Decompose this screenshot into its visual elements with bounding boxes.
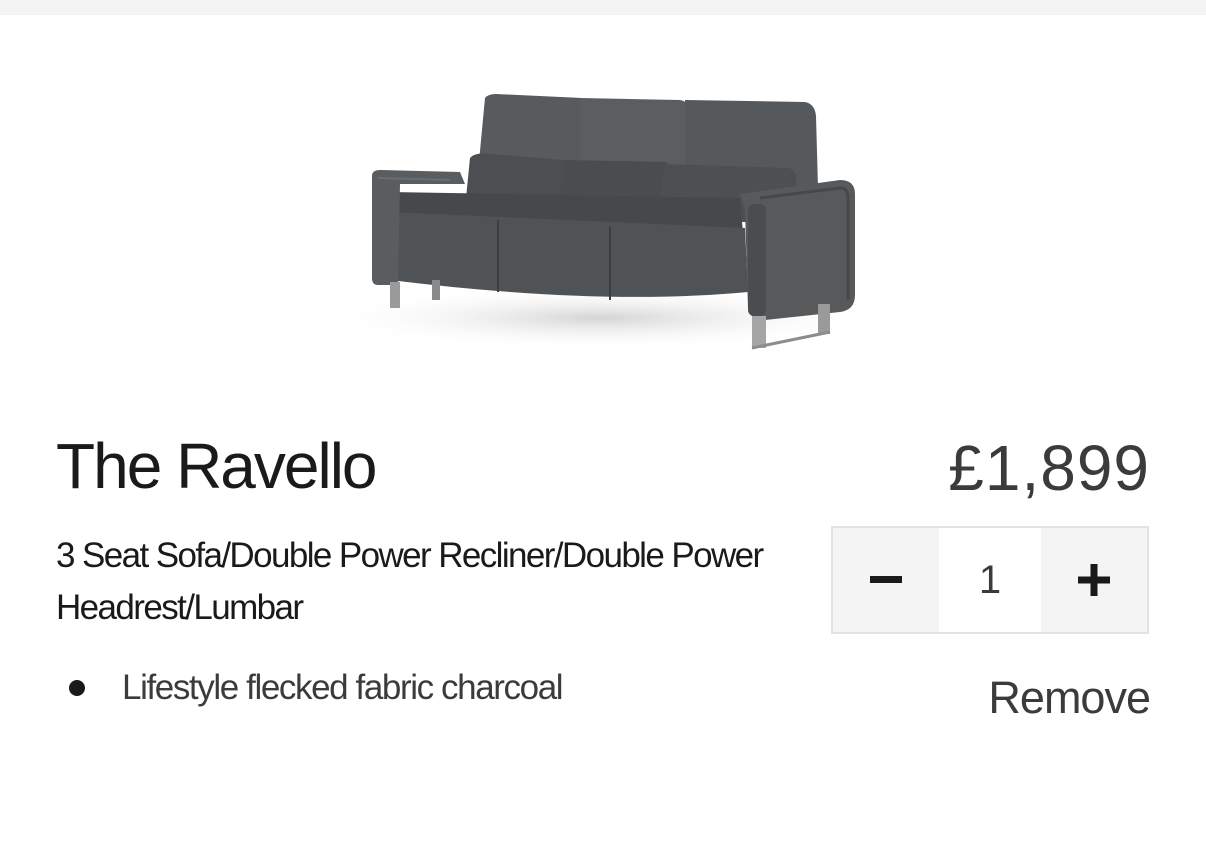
increase-quantity-button[interactable] bbox=[1041, 528, 1147, 632]
quantity-value[interactable]: 1 bbox=[939, 528, 1041, 632]
product-price: £1,899 bbox=[948, 432, 1150, 504]
feature-item: Lifestyle flecked fabric charcoal bbox=[60, 664, 564, 712]
minus-icon bbox=[870, 576, 902, 583]
bullet-icon bbox=[69, 680, 85, 696]
feature-text: Lifestyle flecked fabric charcoal bbox=[122, 668, 564, 707]
product-description: 3 Seat Sofa/Double Power Recliner/Double… bbox=[56, 536, 764, 627]
plus-icon bbox=[1078, 564, 1110, 596]
remove-button[interactable]: Remove bbox=[988, 670, 1151, 726]
top-strip bbox=[0, 0, 1206, 15]
quantity-stepper: 1 bbox=[831, 526, 1149, 634]
decrease-quantity-button[interactable] bbox=[833, 528, 939, 632]
sofa-image bbox=[310, 94, 890, 350]
product-title: The Ravello bbox=[56, 430, 377, 502]
product-image bbox=[300, 80, 900, 385]
